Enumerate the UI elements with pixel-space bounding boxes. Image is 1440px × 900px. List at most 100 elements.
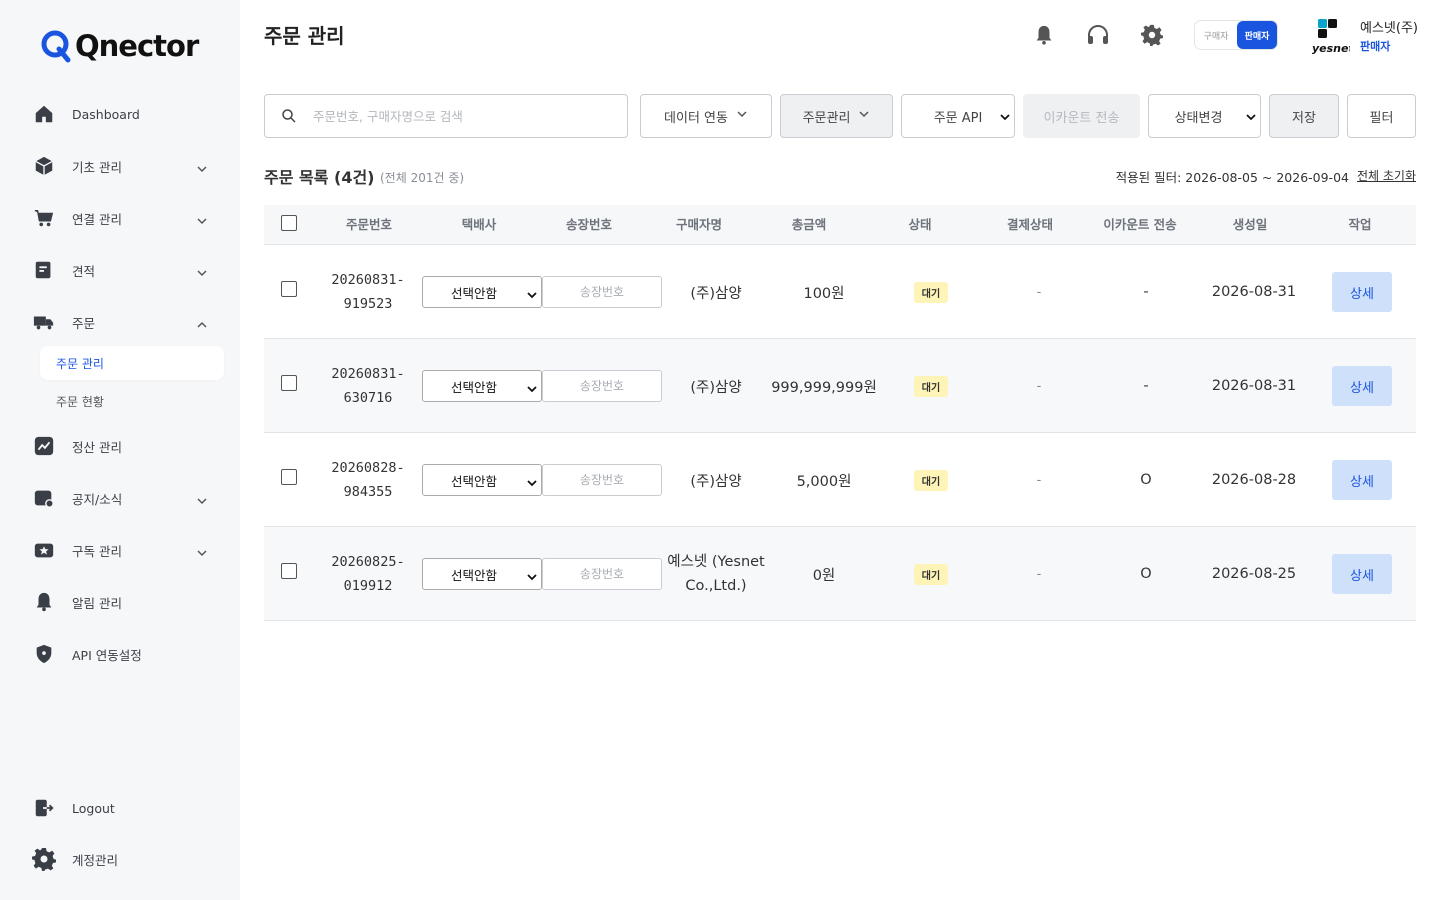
company-name: 예스넷(주) bbox=[1360, 21, 1418, 36]
status-badge: 대기 bbox=[913, 281, 949, 303]
data-link-dropdown[interactable]: 데이터 연동 bbox=[640, 94, 772, 138]
role-toggle[interactable]: 구매자 판매자 bbox=[1194, 20, 1278, 50]
order-number-line1: 20260831- bbox=[331, 366, 405, 382]
col-ecount: 이카운트 전송 bbox=[1103, 217, 1177, 232]
settings-gear-icon[interactable] bbox=[1139, 22, 1165, 48]
select-arrow-icon bbox=[527, 476, 537, 491]
reset-filter-link[interactable]: 전체 초기화 bbox=[1357, 167, 1416, 186]
status-change-label: 상태변경 bbox=[1174, 110, 1223, 126]
detail-button[interactable]: 상세 bbox=[1332, 460, 1392, 500]
brand-logo[interactable]: Qnector bbox=[40, 26, 199, 66]
order-management-label: 주문관리 bbox=[802, 110, 851, 126]
detail-button[interactable]: 상세 bbox=[1332, 554, 1392, 594]
sidebar-item-order[interactable]: 주문 bbox=[32, 308, 216, 336]
sidebar-item-label: API 연동설정 bbox=[72, 647, 142, 663]
status-change-select[interactable]: 상태변경 bbox=[1148, 94, 1261, 138]
courier-value: 선택안함 bbox=[451, 567, 498, 583]
courier-select[interactable]: 선택안함 bbox=[422, 464, 542, 496]
tracking-input[interactable] bbox=[542, 464, 662, 496]
table-row: 20260831- 630716 선택안함 (주)삼양 999,999,999원… bbox=[264, 339, 1416, 433]
select-all-checkbox[interactable] bbox=[281, 215, 297, 231]
row-checkbox[interactable] bbox=[281, 469, 297, 485]
applied-filter-text: 적용된 필터: 2026-08-05 ~ 2026-09-04 bbox=[1115, 170, 1349, 185]
chevron-down-icon bbox=[196, 264, 208, 283]
tracking-input[interactable] bbox=[542, 558, 662, 590]
order-management-dropdown[interactable]: 주문관리 bbox=[780, 94, 893, 138]
sidebar-item-subscription[interactable]: 구독 관리 bbox=[32, 536, 216, 564]
sidebar-item-connection[interactable]: 연결 관리 bbox=[32, 204, 216, 232]
row-checkbox[interactable] bbox=[281, 563, 297, 579]
sidebar-subitem-order-management[interactable]: 주문 관리 bbox=[40, 346, 224, 380]
applied-filter: 적용된 필터: 2026-08-05 ~ 2026-09-04 전체 초기화 bbox=[1116, 167, 1416, 186]
role-buyer-option[interactable]: 구매자 bbox=[1195, 29, 1237, 42]
col-courier: 택배사 bbox=[461, 217, 497, 232]
search-input[interactable] bbox=[313, 108, 603, 124]
courier-value: 선택안함 bbox=[451, 285, 498, 301]
order-number-line1: 20260831- bbox=[331, 272, 405, 288]
status-cell: 대기 bbox=[878, 527, 984, 621]
box-icon bbox=[32, 154, 56, 178]
filter-button[interactable]: 필터 bbox=[1347, 94, 1416, 138]
company-logo-icon: yesnet bbox=[1310, 16, 1354, 56]
created-date: 2026-08-25 bbox=[1211, 566, 1297, 582]
table-row: 20260828- 984355 선택안함 (주)삼양 5,000원 대기 - … bbox=[264, 433, 1416, 527]
row-checkbox[interactable] bbox=[281, 375, 297, 391]
company-role: 판매자 bbox=[1360, 40, 1391, 53]
total-amount: 0원 bbox=[812, 567, 836, 584]
tracking-input[interactable] bbox=[542, 370, 662, 402]
sidebar-item-notice[interactable]: 공지/소식 bbox=[32, 484, 216, 512]
buyer-name: (주)삼양 bbox=[690, 473, 742, 490]
notice-icon bbox=[32, 486, 56, 510]
col-tracking: 송장번호 bbox=[565, 217, 612, 232]
page-title: 주문 관리 bbox=[264, 24, 345, 48]
sidebar-item-alarm[interactable]: 알림 관리 bbox=[32, 588, 216, 616]
order-number-line2: 984355 bbox=[343, 484, 393, 500]
save-button[interactable]: 저장 bbox=[1269, 94, 1339, 138]
status-badge: 대기 bbox=[913, 469, 949, 491]
subscription-icon bbox=[32, 538, 56, 562]
tracking-input[interactable] bbox=[542, 276, 662, 308]
sidebar-item-quote[interactable]: 견적 bbox=[32, 256, 216, 284]
detail-button[interactable]: 상세 bbox=[1332, 272, 1392, 312]
payment-status: - bbox=[1036, 472, 1042, 488]
courier-select[interactable]: 선택안함 bbox=[422, 276, 542, 308]
total-amount: 999,999,999원 bbox=[771, 379, 877, 396]
ecount-send-button[interactable]: 이카운트 전송 bbox=[1023, 94, 1140, 138]
home-icon bbox=[32, 102, 56, 126]
table-row: 20260831- 919523 선택안함 (주)삼양 100원 대기 - - … bbox=[264, 245, 1416, 339]
bell-icon bbox=[32, 590, 56, 614]
row-checkbox[interactable] bbox=[281, 281, 297, 297]
sidebar-item-api[interactable]: API 연동설정 bbox=[32, 640, 216, 668]
sidebar-item-basic[interactable]: 기초 관리 bbox=[32, 152, 216, 180]
status-cell: 대기 bbox=[878, 339, 984, 433]
status-badge: 대기 bbox=[913, 563, 949, 585]
list-subtitle: (전체 201건 중) bbox=[380, 171, 465, 185]
role-seller-option[interactable]: 판매자 bbox=[1237, 21, 1277, 49]
created-date: 2026-08-31 bbox=[1211, 378, 1297, 394]
sidebar-item-dashboard[interactable]: Dashboard bbox=[32, 100, 216, 128]
sidebar: Qnector Dashboard 기초 관리 연결 관리 견적 주문 주문 관… bbox=[0, 0, 240, 900]
sidebar-item-account[interactable]: 계정관리 bbox=[32, 845, 216, 873]
courier-select[interactable]: 선택안함 bbox=[422, 370, 542, 402]
detail-button[interactable]: 상세 bbox=[1332, 366, 1392, 406]
quote-icon bbox=[32, 258, 56, 282]
sidebar-item-label: 견적 bbox=[72, 263, 96, 279]
ecount-status: - bbox=[1143, 284, 1149, 300]
sidebar-item-settlement[interactable]: 정산 관리 bbox=[32, 432, 216, 460]
sidebar-item-logout[interactable]: Logout bbox=[32, 794, 216, 822]
sidebar-item-label: 주문 bbox=[72, 315, 96, 331]
search-box[interactable] bbox=[264, 94, 628, 138]
notification-bell-icon[interactable] bbox=[1031, 22, 1057, 48]
sidebar-subitem-order-status[interactable]: 주문 현황 bbox=[40, 384, 224, 418]
order-api-select[interactable]: 주문 API bbox=[901, 94, 1015, 138]
courier-select[interactable]: 선택안함 bbox=[422, 558, 542, 590]
status-cell: 대기 bbox=[878, 433, 984, 527]
sidebar-item-label: 정산 관리 bbox=[72, 439, 122, 455]
sidebar-item-label: Dashboard bbox=[72, 106, 140, 122]
sidebar-item-label: 알림 관리 bbox=[72, 595, 122, 611]
cart-icon bbox=[32, 206, 56, 230]
headset-icon[interactable] bbox=[1085, 22, 1111, 48]
select-arrow-icon bbox=[1000, 111, 1010, 126]
chevron-down-icon bbox=[196, 544, 208, 563]
list-title: 주문 목록 (4건) bbox=[264, 168, 375, 187]
